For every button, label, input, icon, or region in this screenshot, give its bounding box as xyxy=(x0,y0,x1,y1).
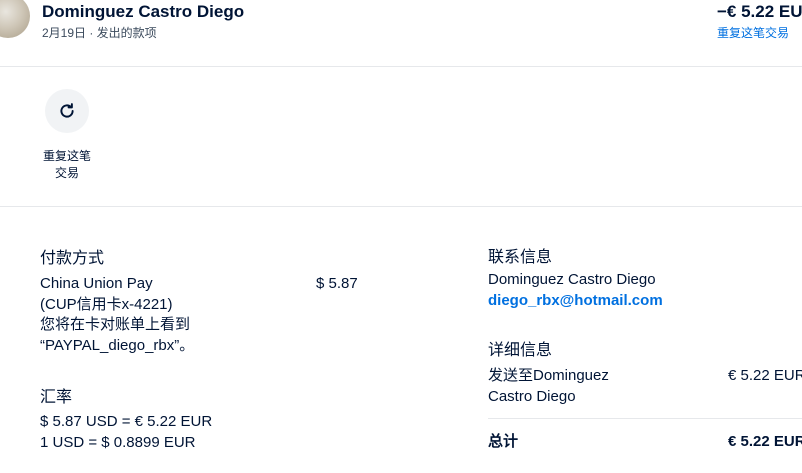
sent-to-label: 发送至Dominguez Castro Diego xyxy=(488,367,609,405)
refresh-icon xyxy=(58,102,76,120)
avatar xyxy=(0,0,30,38)
payment-amount: $ 5.87 xyxy=(316,275,358,292)
payment-method-details: China Union Pay (CUP信用卡x-4221) 您将在卡对账单上看… xyxy=(40,275,195,354)
contact-email-link[interactable]: diego_rbx@hotmail.com xyxy=(488,292,663,309)
exchange-rate-line1: $ 5.87 USD = € 5.22 EUR xyxy=(40,413,213,430)
total-amount: € 5.22 EUR xyxy=(728,433,802,450)
details-divider xyxy=(488,418,802,419)
exchange-rate-line2: 1 USD = $ 0.8899 EUR xyxy=(40,434,196,451)
contact-info-heading: 联系信息 xyxy=(488,249,553,266)
repeat-transaction-button[interactable] xyxy=(45,89,89,133)
repeat-transaction-label: 重复这笔 交易 xyxy=(42,149,91,180)
payee-name: Dominguez Castro Diego xyxy=(42,2,245,21)
contact-name: Dominguez Castro Diego xyxy=(488,271,656,288)
payment-method-heading: 付款方式 xyxy=(40,250,105,267)
header-divider xyxy=(0,66,802,67)
total-label: 总计 xyxy=(488,433,519,450)
repeat-transaction-link[interactable]: 重复这笔交易 xyxy=(717,24,789,41)
transaction-subtitle: 2月19日 · 发出的款项 xyxy=(42,26,157,40)
sent-amount: € 5.22 EUR xyxy=(728,367,802,384)
details-heading: 详细信息 xyxy=(488,342,553,359)
transaction-amount: −€ 5.22 EUR xyxy=(717,2,802,21)
exchange-rate-heading: 汇率 xyxy=(40,389,73,406)
section-divider xyxy=(0,206,802,207)
